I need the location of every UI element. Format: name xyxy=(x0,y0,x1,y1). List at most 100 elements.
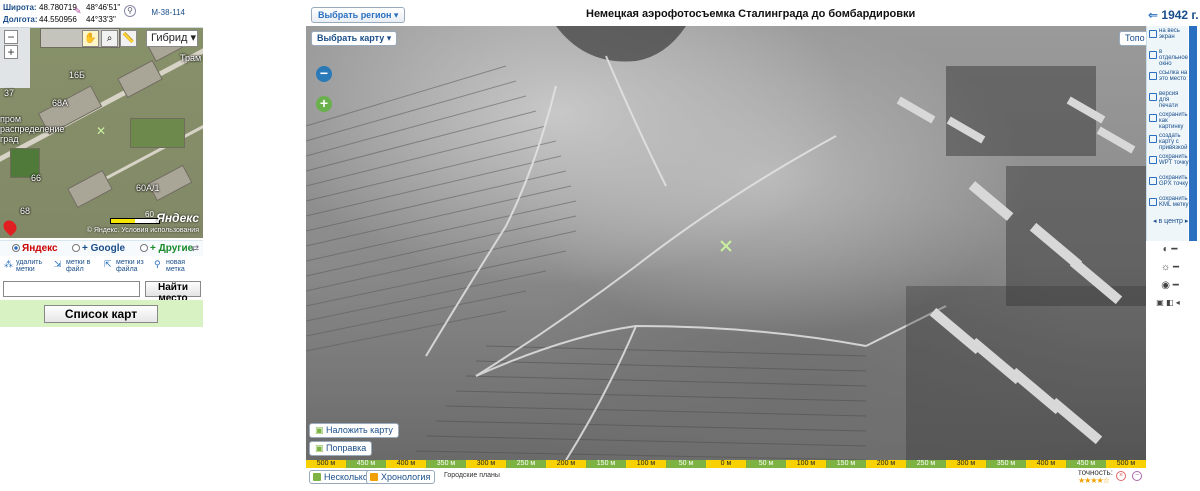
center-tool[interactable]: ◂ в центр ▸ xyxy=(1149,218,1189,239)
provider-google[interactable]: + Google xyxy=(72,243,125,254)
longitude-decimal: 44.550956 xyxy=(39,15,77,24)
find-place-button[interactable]: Найти место xyxy=(145,281,201,304)
terms-link[interactable]: © Яндекс. Условия использования xyxy=(87,227,199,234)
scale-tick: 450 м xyxy=(1066,460,1106,468)
year-selector[interactable]: ⇐ 1942 г. xyxy=(1148,8,1199,22)
fullscreen-tool[interactable]: на весь экран xyxy=(1149,28,1189,48)
brightness-icon[interactable]: ☼ ━ xyxy=(1156,262,1184,274)
delete-marks-button[interactable]: ⁂ удалить метки xyxy=(4,259,50,273)
tool-label: в отдельное окно xyxy=(1159,49,1189,67)
marks-label: метки из файла xyxy=(116,259,144,273)
longitude-dms: 44°33'3" xyxy=(86,15,116,24)
yandex-logo: Яндекс xyxy=(156,211,199,225)
opacity-icon[interactable]: ◉ ━ xyxy=(1156,280,1184,292)
longitude-row: Долгота:44.550956 xyxy=(3,15,85,24)
correction-label: Поправка xyxy=(326,443,367,453)
trees xyxy=(130,118,185,148)
select-map-label: Выбрать карту xyxy=(317,33,385,43)
close-icon[interactable]: × xyxy=(1116,471,1126,481)
hand-tool-icon[interactable]: ✋ xyxy=(82,30,99,47)
select-region-label: Выбрать регион xyxy=(318,10,392,20)
print-tool[interactable]: версия для печати xyxy=(1149,91,1189,111)
save-gpx-tool[interactable]: сохранить GPX точку xyxy=(1149,175,1189,195)
provider-label: Яндекс xyxy=(22,243,58,254)
aerial-photo-map[interactable]: Выбрать карту ▾ Топо − + ▣ Наложить карт… xyxy=(306,26,1146,460)
wpt-icon xyxy=(1149,156,1157,164)
map-label: пром распределение град xyxy=(0,114,65,144)
compass-icon[interactable]: ⚲ xyxy=(124,5,136,17)
map-label: 37 xyxy=(4,88,15,98)
latitude-row: Широта: 48.780719 xyxy=(3,3,85,12)
zoom-in-button[interactable]: + xyxy=(4,45,18,59)
save-wpt-tool[interactable]: сохранить WPT точку xyxy=(1149,154,1189,174)
zoom-out-icon[interactable]: − xyxy=(316,66,332,82)
tool-label: сохранить GPX точку xyxy=(1159,175,1189,187)
chevron-down-icon: ▾ xyxy=(393,10,399,20)
correction-button[interactable]: ▣ Поправка xyxy=(309,441,373,456)
correction-icon: ▣ xyxy=(315,443,324,453)
tool-label: на весь экран xyxy=(1159,28,1180,40)
map-list-button[interactable]: Список карт xyxy=(44,305,158,323)
year-label: 1942 г. xyxy=(1161,8,1199,22)
aerial-terrain xyxy=(306,26,1146,460)
provider-label: Google xyxy=(90,243,126,254)
provider-yandex[interactable]: Яндекс xyxy=(12,243,58,254)
latitude-label: Широта: xyxy=(3,3,37,12)
scale-tick: 300 м xyxy=(466,460,506,468)
map-type-select[interactable]: Гибрид ▾ xyxy=(146,30,198,47)
scale-tick: 0 м xyxy=(706,460,746,468)
ruler-tool-icon[interactable]: 📏 xyxy=(120,30,137,47)
contrast-icon[interactable]: ◐ ━ xyxy=(1156,244,1184,256)
map-label: 60А/1 xyxy=(136,183,160,193)
marks-toolbar: ⁂ удалить метки ⇲ метки в файл ⇱ метки из ф… xyxy=(0,258,203,278)
zoom-in-icon[interactable]: + xyxy=(316,96,332,112)
search-input[interactable] xyxy=(3,281,140,297)
radio-icon xyxy=(72,244,80,252)
georeference-tool[interactable]: создать карту с привязкой xyxy=(1149,133,1189,153)
topo-button[interactable]: Топо xyxy=(1119,31,1146,46)
map-sheet-link[interactable]: М-38-114 xyxy=(151,8,185,17)
pencil-icon[interactable]: ✎ xyxy=(74,6,82,16)
select-map-button[interactable]: Выбрать карту ▾ xyxy=(311,31,398,46)
info-icon[interactable]: − xyxy=(1132,471,1142,481)
scale-tick: 500 м xyxy=(1106,460,1146,468)
several-button[interactable]: Несколько xyxy=(309,470,373,484)
marks-from-file-button[interactable]: ⇱ метки из файла xyxy=(104,259,150,273)
link-tool[interactable]: ссылка на это место xyxy=(1149,70,1189,90)
swap-icon[interactable]: ⇄ xyxy=(191,243,199,254)
select-region-button[interactable]: Выбрать регион ▾ xyxy=(311,7,406,23)
tool-label: версия для печати xyxy=(1159,91,1179,109)
scale-tick: 350 м xyxy=(986,460,1026,468)
scale-tick: 450 м xyxy=(346,460,386,468)
overlay-map-button[interactable]: ▣ Наложить карту xyxy=(309,423,399,438)
zoom-out-button[interactable]: − xyxy=(4,30,18,44)
city-plans-label[interactable]: Городские планы xyxy=(444,472,500,479)
save-image-tool[interactable]: сохранить как картинку xyxy=(1149,112,1189,132)
overlay-icon: ▣ xyxy=(315,425,324,435)
scale-tick: 250 м xyxy=(906,460,946,468)
layer-controls[interactable]: ▣ ◧ ◂ xyxy=(1154,298,1182,310)
center-cross-icon: ✕ xyxy=(96,124,107,138)
marks-label: новая метка xyxy=(166,259,186,273)
chronology-button[interactable]: Хронология xyxy=(366,470,436,484)
scale-tick: 250 м xyxy=(506,460,546,468)
magnifier-tool-icon[interactable]: ⌕ xyxy=(101,30,118,47)
provider-other[interactable]: + Другие xyxy=(140,243,193,254)
marks-to-file-button[interactable]: ⇲ метки в файл xyxy=(54,259,100,273)
left-panel: Широта: 48.780719 Долгота:44.550956 ✎ 48°… xyxy=(0,0,203,327)
new-window-tool[interactable]: в отдельное окно xyxy=(1149,49,1189,69)
scale-bar: 500 м 450 м 400 м 350 м 300 м 250 м 200 м 150 м… xyxy=(306,460,1146,468)
scale-tick: 350 м xyxy=(426,460,466,468)
page-title: Немецкая аэрофотосъемка Сталинграда до б… xyxy=(586,8,916,20)
new-mark-button[interactable]: ⚲ новая метка xyxy=(154,259,200,273)
fullscreen-icon xyxy=(1149,30,1157,38)
location-pin-icon[interactable] xyxy=(0,217,20,237)
save-kml-tool[interactable]: сохранить KML метку xyxy=(1149,196,1189,216)
export-icon: ⇲ xyxy=(54,259,62,269)
minimap[interactable]: Трам 16Б 68А 66 68 60А/1 37 пром распред… xyxy=(0,28,203,238)
map-label: 68А xyxy=(52,98,69,108)
tool-label: сохранить как картинку xyxy=(1159,112,1188,130)
radio-icon xyxy=(140,244,148,252)
provider-label: Другие xyxy=(158,243,194,254)
image-icon xyxy=(1149,114,1157,122)
